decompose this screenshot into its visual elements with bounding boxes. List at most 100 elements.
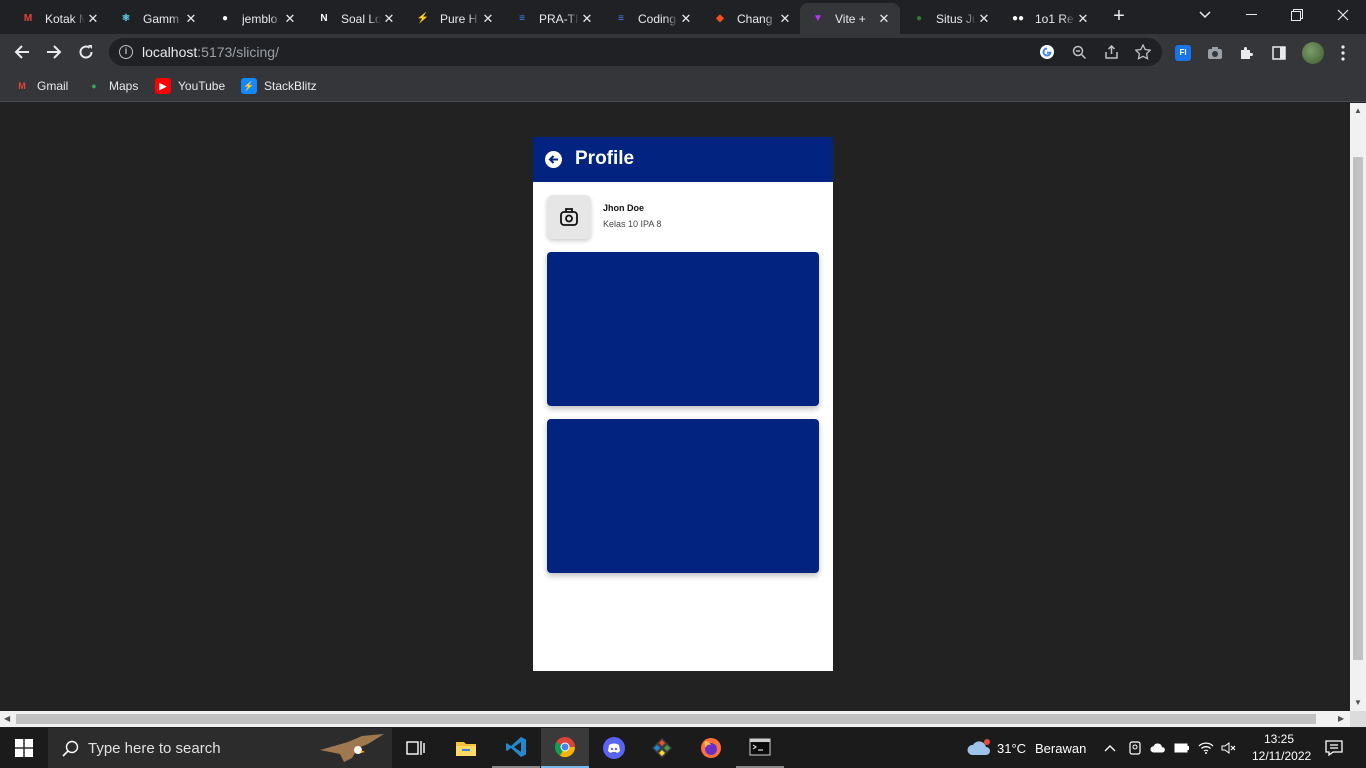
github-icon: ● bbox=[221, 13, 229, 24]
forward-arrow-icon[interactable] bbox=[42, 40, 66, 64]
google-lens-icon[interactable] bbox=[1039, 44, 1055, 60]
vscode-icon[interactable] bbox=[492, 728, 540, 768]
browser-tab[interactable]: ●● 1o1 Re ✕ bbox=[1000, 3, 1099, 34]
bookmark-item[interactable]: ▶ YouTube bbox=[155, 76, 225, 96]
stackblitz-icon: ⚡ bbox=[241, 78, 257, 94]
horizontal-scrollbar[interactable]: ◀ ▶ bbox=[0, 711, 1350, 727]
medium-icon: ●● bbox=[1011, 13, 1025, 24]
menu-kebab-icon[interactable] bbox=[1334, 44, 1352, 62]
tab-title: Kotak M bbox=[45, 11, 85, 26]
eagle-illustration-icon bbox=[320, 734, 384, 762]
scroll-left-icon[interactable]: ◀ bbox=[4, 714, 10, 723]
close-tab-icon[interactable]: ✕ bbox=[678, 11, 694, 27]
extension-fi-icon[interactable]: FI bbox=[1174, 44, 1192, 62]
windows-start-icon[interactable] bbox=[0, 728, 48, 768]
browser-tab[interactable]: M Kotak M ✕ bbox=[10, 3, 109, 34]
docs-icon: ≡ bbox=[618, 13, 624, 24]
zoom-icon[interactable] bbox=[1071, 44, 1087, 60]
bookmark-star-icon[interactable] bbox=[1135, 44, 1151, 60]
close-tab-icon[interactable]: ✕ bbox=[1075, 11, 1091, 27]
task-view-icon[interactable] bbox=[392, 728, 440, 768]
browser-tab[interactable]: ⚡ Pure H ✕ bbox=[405, 3, 504, 34]
chrome-icon[interactable] bbox=[541, 728, 589, 768]
content-card-2 bbox=[547, 419, 819, 573]
vertical-scroll-thumb[interactable] bbox=[1353, 157, 1363, 660]
browser-tab[interactable]: ● Situs Ju ✕ bbox=[901, 3, 1000, 34]
reload-icon[interactable] bbox=[74, 40, 98, 64]
bookmark-label: StackBlitz bbox=[264, 79, 317, 93]
bookmark-item[interactable]: ⚡ StackBlitz bbox=[241, 76, 317, 96]
browser-tab[interactable]: ⚛ Gamm ✕ bbox=[108, 3, 207, 34]
browser-tab[interactable]: ≡ PRA-TI ✕ bbox=[504, 3, 603, 34]
share-icon[interactable] bbox=[1103, 44, 1119, 60]
browser-tab[interactable]: N Soal Lo ✕ bbox=[306, 3, 405, 34]
file-explorer-icon[interactable] bbox=[442, 728, 490, 768]
weather-desc[interactable]: Berawan bbox=[1035, 741, 1086, 756]
browser-tab[interactable]: ≡ Coding ✕ bbox=[603, 3, 702, 34]
browser-tab[interactable]: ▼ Vite + ✕ bbox=[800, 3, 900, 34]
back-arrow-icon[interactable] bbox=[10, 40, 34, 64]
meet-now-icon[interactable] bbox=[1127, 740, 1143, 756]
bookmark-label: Maps bbox=[109, 79, 139, 93]
close-tab-icon[interactable]: ✕ bbox=[976, 11, 992, 27]
terminal-icon[interactable] bbox=[736, 728, 784, 768]
scroll-right-icon[interactable]: ▶ bbox=[1338, 714, 1344, 723]
wifi-icon[interactable] bbox=[1198, 740, 1214, 756]
url-text[interactable]: localhost:5173/slicing/ bbox=[142, 44, 279, 60]
clock-date: 12/11/2022 bbox=[1252, 749, 1312, 763]
vertical-scrollbar[interactable]: ▲ ▼ bbox=[1350, 103, 1366, 711]
youtube-icon: ▶ bbox=[155, 78, 171, 94]
git-tool-icon[interactable] bbox=[638, 728, 686, 768]
bookmark-item[interactable]: M Gmail bbox=[14, 76, 68, 96]
profile-avatar[interactable] bbox=[1302, 42, 1324, 64]
close-tab-icon[interactable]: ✕ bbox=[777, 11, 793, 27]
bookmark-label: YouTube bbox=[178, 79, 226, 93]
bookmarks-bar: M Gmail ● Maps ▶ YouTube ⚡ StackBlitz bbox=[0, 70, 1366, 102]
volume-muted-icon[interactable] bbox=[1221, 740, 1237, 756]
new-tab-button[interactable]: + bbox=[1108, 6, 1130, 28]
extensions-puzzle-icon[interactable] bbox=[1238, 44, 1256, 62]
scroll-down-icon[interactable]: ▼ bbox=[1354, 698, 1362, 707]
weather-cloud-icon[interactable] bbox=[966, 739, 992, 756]
firefox-icon[interactable] bbox=[687, 728, 735, 768]
tab-search-icon[interactable] bbox=[1182, 0, 1228, 30]
notifications-icon[interactable] bbox=[1325, 739, 1343, 757]
close-window-button[interactable] bbox=[1320, 0, 1366, 30]
horizontal-scroll-thumb[interactable] bbox=[16, 714, 1316, 724]
close-tab-icon[interactable]: ✕ bbox=[85, 11, 101, 27]
profile-screen: Profile Jhon Doe Kelas 10 IPA 8 bbox=[533, 137, 833, 671]
close-tab-icon[interactable]: ✕ bbox=[480, 11, 496, 27]
system-clock[interactable]: 13:25 12/11/2022 bbox=[1252, 731, 1312, 765]
side-panel-icon[interactable] bbox=[1270, 44, 1288, 62]
browser-tab[interactable]: ◆ Chang ✕ bbox=[702, 3, 801, 34]
close-tab-icon[interactable]: ✕ bbox=[282, 11, 298, 27]
browser-tab[interactable]: ● jemblo ✕ bbox=[207, 3, 306, 34]
back-arrow-icon[interactable] bbox=[545, 151, 562, 168]
tab-title: Soal Lo bbox=[341, 11, 381, 26]
onedrive-cloud-icon[interactable] bbox=[1150, 740, 1166, 756]
url-path: :5173/slicing/ bbox=[197, 44, 279, 60]
close-tab-icon[interactable]: ✕ bbox=[579, 11, 595, 27]
address-bar[interactable]: i localhost:5173/slicing/ bbox=[109, 38, 1162, 66]
restore-button[interactable] bbox=[1274, 0, 1320, 30]
close-tab-icon[interactable]: ✕ bbox=[183, 11, 199, 27]
user-name: Jhon Doe bbox=[603, 203, 645, 213]
scroll-up-icon[interactable]: ▲ bbox=[1354, 106, 1362, 115]
bookmark-item[interactable]: ● Maps bbox=[86, 76, 138, 96]
page-title: Profile bbox=[575, 148, 635, 169]
weather-temp[interactable]: 31°C bbox=[997, 741, 1026, 756]
camera-extension-icon[interactable] bbox=[1206, 44, 1224, 62]
taskbar-search-box[interactable]: Type here to search bbox=[48, 728, 392, 768]
site-info-icon[interactable]: i bbox=[119, 45, 133, 59]
vite-icon: ▼ bbox=[813, 13, 823, 24]
avatar-upload-button[interactable] bbox=[547, 195, 591, 239]
close-tab-icon[interactable]: ✕ bbox=[876, 11, 892, 27]
chevron-up-icon[interactable] bbox=[1102, 740, 1118, 756]
close-tab-icon[interactable]: ✕ bbox=[381, 11, 397, 27]
user-class: Kelas 10 IPA 8 bbox=[603, 219, 662, 229]
tab-title: jemblo bbox=[242, 11, 278, 26]
minimize-button[interactable] bbox=[1228, 0, 1274, 30]
battery-icon[interactable] bbox=[1174, 740, 1190, 756]
windows-taskbar: Type here to search 31°C Berawan 13:25 1… bbox=[0, 728, 1366, 768]
discord-icon[interactable] bbox=[590, 728, 638, 768]
